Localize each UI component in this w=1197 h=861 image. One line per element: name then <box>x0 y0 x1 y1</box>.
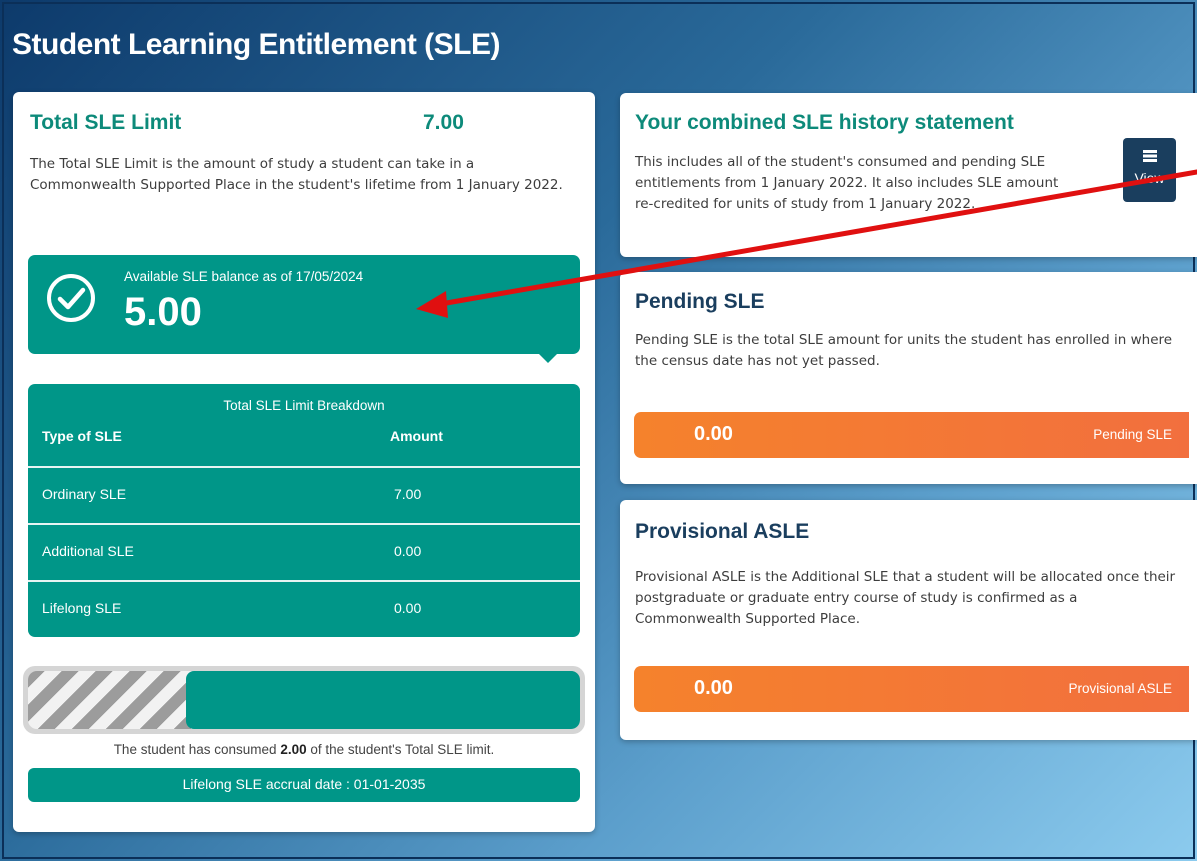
progress-fill <box>185 671 580 729</box>
sle-breakdown-table: Total SLE Limit Breakdown Type of SLE Am… <box>28 384 580 637</box>
check-circle-icon <box>47 274 95 322</box>
available-balance-label: Available SLE balance as of 17/05/2024 <box>124 269 364 284</box>
history-title: Your combined SLE history statement <box>635 111 1014 134</box>
provisional-title: Provisional ASLE <box>635 520 810 543</box>
progress-track <box>28 671 580 729</box>
pending-description: Pending SLE is the total SLE amount for … <box>635 332 1173 369</box>
breakdown-caption: Total SLE Limit Breakdown <box>223 398 385 413</box>
total-sle-limit-value: 7.00 <box>423 111 464 134</box>
total-sle-limit-description: The Total SLE Limit is the amount of stu… <box>30 156 563 193</box>
total-sle-limit-title: Total SLE Limit <box>30 111 182 134</box>
table-row: Lifelong SLE 0.00 <box>28 580 580 637</box>
row-type: Additional SLE <box>42 543 134 559</box>
available-balance-box: Available SLE balance as of 17/05/2024 5… <box>28 255 580 363</box>
history-description: This includes all of the student's consu… <box>635 154 1059 212</box>
consumed-summary: The student has consumed 2.00 of the stu… <box>13 742 595 757</box>
history-statement-card: Your combined SLE history statement This… <box>620 93 1197 257</box>
row-amount: 0.00 <box>394 543 422 559</box>
row-type: Ordinary SLE <box>42 486 127 502</box>
lifelong-accrual-date: Lifelong SLE accrual date : 01-01-2035 <box>28 768 580 802</box>
row-amount: 0.00 <box>394 600 422 616</box>
row-amount: 7.00 <box>394 486 422 502</box>
provisional-asle-card: Provisional ASLE Provisional ASLE is the… <box>620 500 1197 740</box>
table-row: Additional SLE 0.00 <box>28 523 580 580</box>
row-type: Lifelong SLE <box>42 600 122 616</box>
total-sle-card: Total SLE Limit 7.00 The Total SLE Limit… <box>13 92 595 832</box>
provisional-asle-bar: 0.00 Provisional ASLE <box>634 666 1189 712</box>
view-history-button[interactable]: View <box>1123 138 1176 202</box>
consumed-prefix: The student has consumed <box>113 742 277 757</box>
pending-sle-label: Pending SLE <box>1093 427 1172 442</box>
available-balance-value: 5.00 <box>124 290 202 334</box>
pending-sle-card: Pending SLE Pending SLE is the total SLE… <box>620 272 1197 484</box>
provisional-description: Provisional ASLE is the Additional SLE t… <box>635 569 1176 627</box>
pending-sle-value: 0.00 <box>694 423 733 445</box>
column-header-amount: Amount <box>390 428 443 444</box>
provisional-asle-label: Provisional ASLE <box>1068 681 1172 696</box>
pending-sle-bar: 0.00 Pending SLE <box>634 412 1189 458</box>
page-title: Student Learning Entitlement (SLE) <box>12 28 501 61</box>
consumed-suffix: of the student's Total SLE limit. <box>310 742 495 757</box>
provisional-asle-value: 0.00 <box>694 677 733 699</box>
pending-title: Pending SLE <box>635 290 765 313</box>
sle-progress-bar <box>23 666 585 734</box>
view-button-label: View <box>1134 170 1165 186</box>
list-icon <box>1143 150 1157 162</box>
consumed-value: 2.00 <box>280 742 307 757</box>
table-row: Ordinary SLE 7.00 <box>28 466 580 523</box>
column-header-type: Type of SLE <box>42 428 122 444</box>
breakdown-header: Total SLE Limit Breakdown Type of SLE Am… <box>28 384 580 466</box>
